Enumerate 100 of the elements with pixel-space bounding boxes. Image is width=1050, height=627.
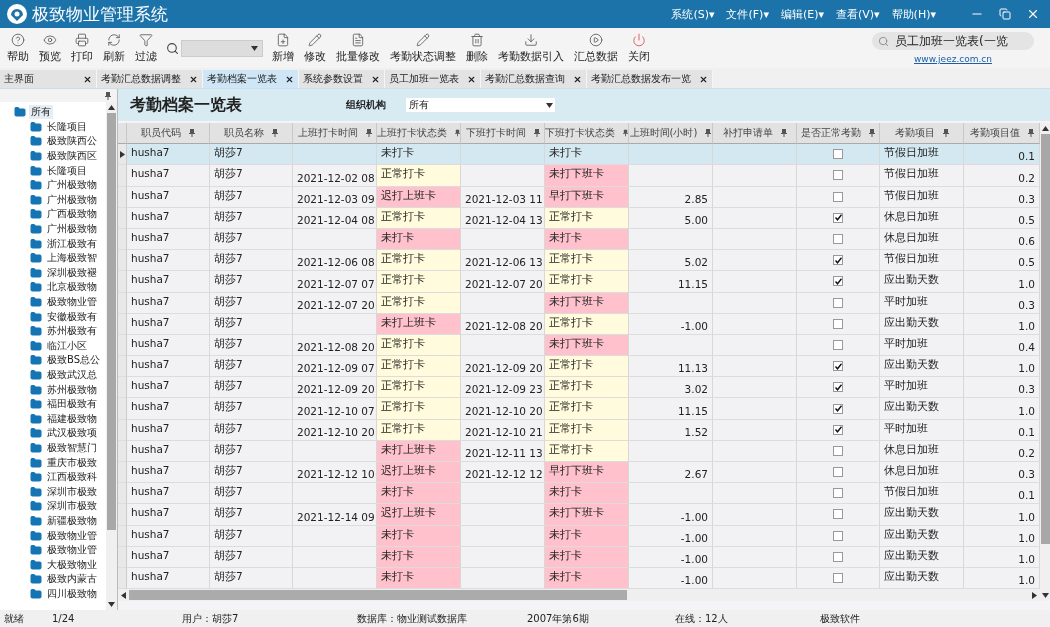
org-select[interactable]: 所有 — [406, 98, 555, 112]
tab[interactable]: 考勤汇总数据发布一览 — [587, 70, 713, 88]
checkbox[interactable] — [833, 234, 843, 245]
tree-item[interactable]: 北京极致物 — [45, 280, 99, 295]
toolbar-button[interactable]: 考勤数据引入 — [493, 32, 569, 64]
tree-item[interactable]: 极致武汉总 — [45, 368, 99, 382]
menu-item[interactable]: 编辑(E)▾ — [780, 6, 824, 22]
tree-item[interactable]: 苏州极致物 — [45, 382, 99, 397]
tree-item[interactable]: 长隆项目 — [45, 163, 89, 178]
pin-icon[interactable] — [365, 129, 372, 137]
scrollbar[interactable] — [1040, 123, 1050, 601]
pin-icon[interactable] — [942, 129, 949, 137]
checkbox[interactable] — [833, 530, 843, 541]
tree-item[interactable]: 深圳市极致 — [45, 484, 99, 499]
scrollbar[interactable] — [118, 589, 1040, 602]
tree-item[interactable]: 新疆极致物 — [45, 513, 99, 528]
tree-item[interactable]: 临江小区 — [45, 338, 89, 353]
checkbox[interactable] — [833, 318, 843, 329]
checkbox[interactable] — [833, 255, 843, 266]
menu-item[interactable]: 文件(F)▾ — [726, 6, 769, 22]
checkbox[interactable] — [833, 403, 843, 414]
column-header[interactable]: 职员名称 — [210, 123, 293, 144]
pin-icon[interactable] — [869, 129, 875, 137]
column-header[interactable]: 是否正常考勤 — [797, 123, 880, 144]
toolbar-button[interactable]: 汇总数据 — [569, 32, 623, 64]
tree-item[interactable]: 广州极致物 — [45, 192, 99, 207]
tree-item[interactable]: 极致物业管 — [45, 528, 99, 543]
close-icon[interactable] — [467, 74, 476, 84]
arrow-icon[interactable] — [118, 150, 126, 158]
website-link[interactable]: www.jeez.com.cn — [914, 54, 992, 64]
checkbox[interactable] — [833, 445, 843, 456]
toolbar-button[interactable]: 考勤状态调整 — [385, 32, 461, 64]
tree-item[interactable]: 江西极致科 — [45, 470, 99, 485]
checkbox[interactable] — [833, 339, 843, 350]
pin-icon[interactable] — [705, 129, 712, 137]
checkbox[interactable] — [833, 467, 843, 478]
checkbox[interactable] — [833, 424, 843, 435]
pin-icon[interactable] — [455, 129, 460, 137]
checkbox[interactable] — [833, 276, 843, 287]
tab[interactable]: 考勤档案一览表 — [203, 70, 299, 88]
toolbar-button[interactable]: 批量修改 — [331, 32, 385, 64]
checkbox[interactable] — [833, 551, 843, 562]
arrow-icon[interactable] — [1042, 125, 1049, 132]
column-header[interactable]: 上班时间(小时) — [629, 123, 713, 144]
toolbar-button[interactable]: 预览 — [34, 32, 66, 64]
pin-icon[interactable] — [533, 129, 540, 137]
tree-item[interactable]: 长隆项目 — [45, 119, 89, 134]
checkbox[interactable] — [833, 382, 843, 393]
tree-item[interactable]: 四川极致物 — [45, 586, 99, 601]
toolbar-button[interactable]: 过滤 — [130, 32, 162, 64]
close-icon[interactable] — [83, 74, 92, 84]
checkbox[interactable] — [833, 361, 843, 372]
checkbox[interactable] — [833, 297, 843, 308]
column-header[interactable]: 考勤项目 — [880, 123, 964, 144]
toolbar-button[interactable]: 修改 — [299, 32, 331, 64]
checkbox[interactable] — [833, 509, 843, 520]
tree-item[interactable]: 安徽极致有 — [45, 309, 99, 324]
tree-item[interactable]: 浙江极致有 — [45, 236, 99, 251]
search-field[interactable]: 员工加班一览表(一览 — [872, 32, 1034, 50]
arrow-icon[interactable] — [546, 101, 553, 109]
tree-item[interactable]: 极致物业管 — [45, 543, 99, 558]
tree-item[interactable]: 广西极致物 — [45, 207, 99, 222]
toolbar-button[interactable]: 刷新 — [98, 32, 130, 64]
tree-item[interactable]: 极致BS总公 — [45, 353, 103, 368]
menu-item[interactable]: 查看(V)▾ — [835, 6, 880, 22]
column-header[interactable]: 上班打卡时间 — [293, 123, 377, 144]
toolbar-button[interactable]: 新增 — [267, 32, 299, 64]
menu-item[interactable]: 帮助(H)▾ — [891, 6, 936, 22]
tree-item[interactable]: 重庆市极致 — [45, 455, 99, 470]
tree-item[interactable]: 福建极致物 — [45, 411, 99, 426]
close-icon[interactable] — [371, 74, 380, 84]
tab[interactable]: 主界面 — [0, 70, 97, 88]
column-header[interactable]: 下班打卡时间 — [461, 123, 545, 144]
column-header[interactable]: 下班打卡状态类 — [545, 123, 629, 144]
tab[interactable]: 考勤汇总数据查询 — [481, 70, 587, 88]
tree-item[interactable]: 极致物业管 — [45, 295, 99, 309]
close-icon[interactable] — [189, 74, 198, 84]
column-header[interactable]: 上班打卡状态类 — [377, 123, 461, 144]
tree-item[interactable]: 极致陕西区 — [45, 149, 99, 164]
tree-item[interactable]: 大极致物业 — [45, 557, 99, 572]
checkbox[interactable] — [833, 149, 843, 160]
column-header[interactable]: 补打申请单 — [713, 123, 797, 144]
close-icon[interactable] — [285, 74, 294, 84]
checkbox[interactable] — [833, 573, 843, 584]
tree-item[interactable]: 广州极致物 — [45, 178, 99, 193]
pin-icon[interactable] — [780, 129, 787, 137]
pin-icon[interactable] — [623, 129, 628, 137]
tree-item[interactable]: 武汉极致项 — [45, 426, 99, 441]
tab[interactable]: 考勤汇总数据调整 — [97, 70, 203, 88]
tree-item[interactable]: 所有 — [29, 105, 53, 120]
tree-item[interactable]: 苏州极致有 — [45, 324, 99, 339]
checkbox[interactable] — [833, 488, 843, 499]
tree-item[interactable]: 极致内蒙古 — [45, 572, 99, 587]
tree-item[interactable]: 广州极致物 — [45, 222, 99, 237]
toolbar-button[interactable]: 关闭 — [623, 32, 655, 64]
toolbar-button[interactable]: 帮助 — [2, 32, 34, 64]
tree-item[interactable]: 极致陕西公 — [45, 134, 99, 149]
checkbox[interactable] — [833, 191, 843, 202]
close-icon[interactable] — [699, 74, 708, 84]
tab[interactable]: 系统参数设置 — [299, 70, 385, 88]
